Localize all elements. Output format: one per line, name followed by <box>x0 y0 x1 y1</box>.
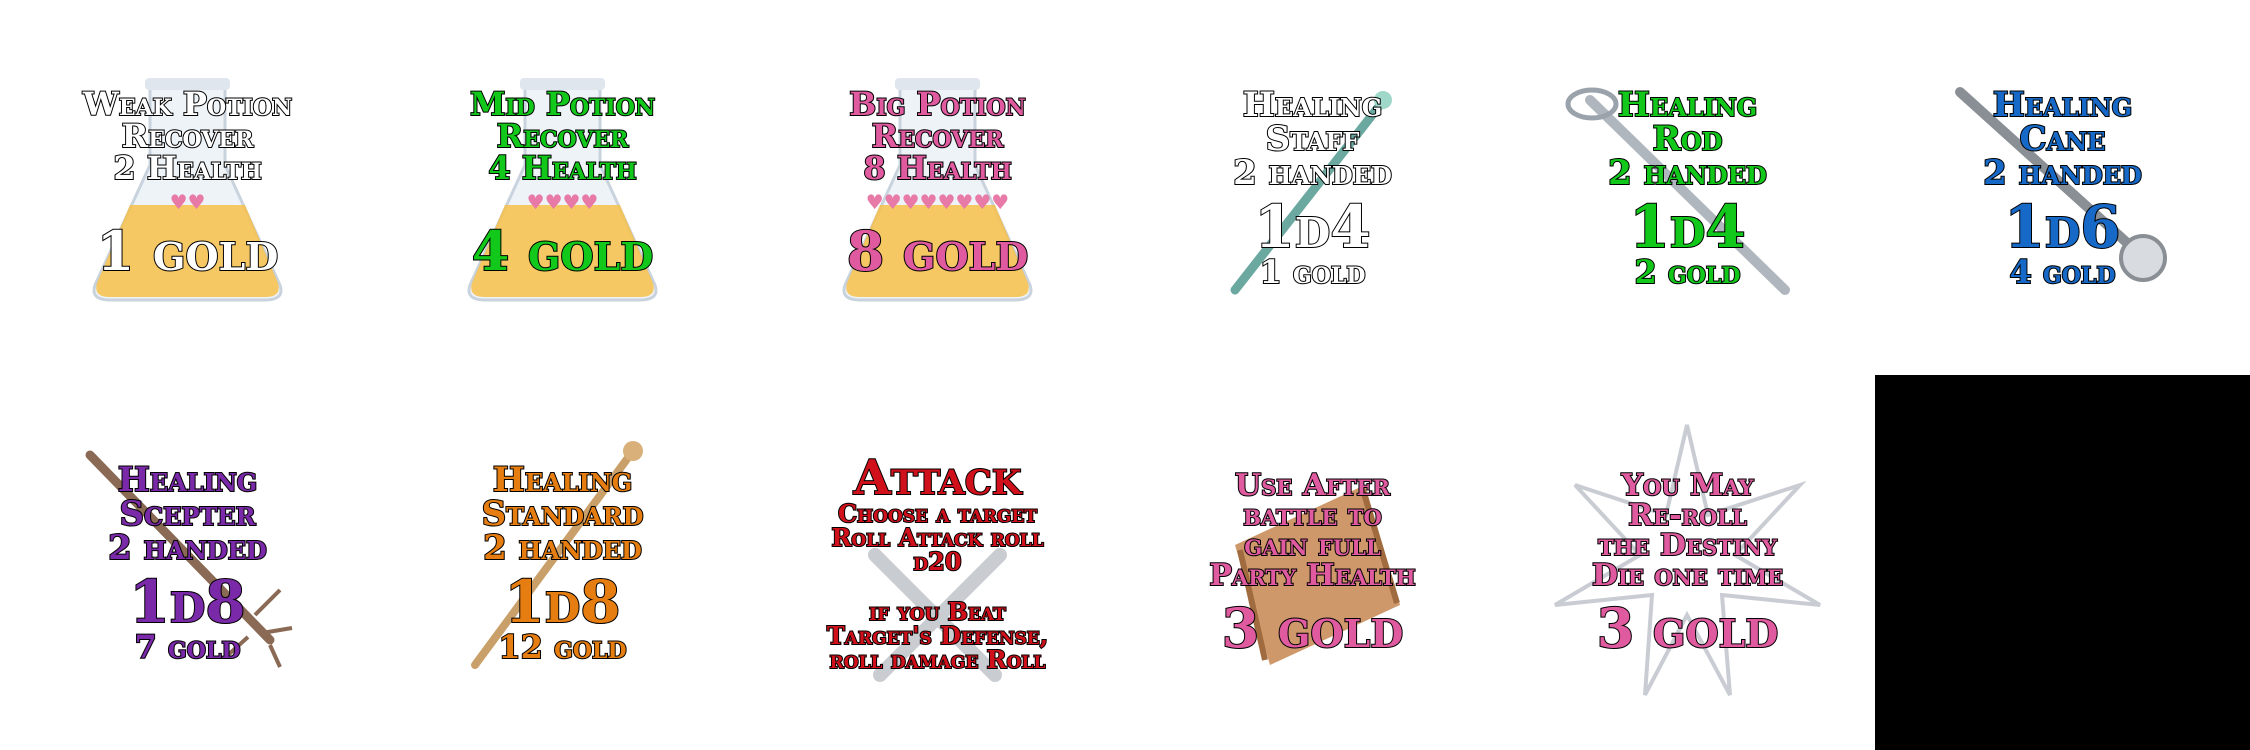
damage-die: 1d8 <box>128 567 246 636</box>
damage-die: 1d8 <box>503 567 621 636</box>
card-line: Scepter <box>118 493 256 534</box>
card-line: 2 Health <box>112 148 262 187</box>
card-line: Die one time <box>1591 557 1784 593</box>
card-line: 2 handed <box>482 527 643 568</box>
card-line: Rod <box>1652 118 1724 159</box>
card-cost: 4 gold <box>471 218 655 283</box>
card-title: Healing <box>1992 84 2134 125</box>
card-line: Roll Attack roll <box>830 522 1044 552</box>
hearts: ♥♥♥♥ <box>526 189 599 214</box>
damage-die: 1d4 <box>1253 192 1371 261</box>
card-weak-potion[interactable]: Weak Potion Recover 2 Health ♥♥ 1 gold <box>0 0 375 375</box>
card-healing-rod[interactable]: Healing Rod 2 handed 1d4 2 gold <box>1500 0 1875 375</box>
card-title: Attack <box>853 449 1023 506</box>
damage-die: 1d4 <box>1628 192 1746 261</box>
card-line: if you Beat <box>868 596 1007 626</box>
card-line: Re-roll <box>1627 497 1748 533</box>
card-reroll[interactable]: You May Re-roll the Destiny Die one time… <box>1500 375 1875 750</box>
card-cost: 2 gold <box>1634 252 1742 291</box>
card-title: Healing <box>492 459 634 500</box>
card-line: Recover <box>496 116 630 155</box>
empty-card-slot <box>1875 375 2250 750</box>
card-line: Party Health <box>1208 557 1416 593</box>
card-cost: 1 gold <box>1259 252 1367 291</box>
hearts: ♥♥ <box>169 189 206 214</box>
card-title: Use After <box>1234 467 1391 503</box>
card-title: Big Potion <box>848 84 1026 123</box>
card-title: You May <box>1621 467 1755 503</box>
card-line: 2 handed <box>1982 152 2143 193</box>
damage-die: 1d6 <box>2003 192 2121 261</box>
card-healing-cane[interactable]: Healing Cane 2 handed 1d6 4 gold <box>1875 0 2250 375</box>
card-cost: 8 gold <box>846 218 1030 283</box>
card-healing-staff[interactable]: Healing Staff 2 handed 1d4 1 gold <box>1125 0 1500 375</box>
card-line: Recover <box>871 116 1005 155</box>
card-line: Staff <box>1265 118 1361 159</box>
card-title: Mid Potion <box>469 84 656 123</box>
card-title: Healing <box>1242 84 1384 125</box>
card-cost: 4 gold <box>2009 252 2117 291</box>
card-attack[interactable]: Attack Choose a target Roll Attack roll … <box>750 375 1125 750</box>
card-line: 2 handed <box>1607 152 1768 193</box>
card-healing-scepter[interactable]: Healing Scepter 2 handed 1d8 7 gold <box>0 375 375 750</box>
card-sheet: Weak Potion Recover 2 Health ♥♥ 1 gold M… <box>0 0 2250 750</box>
card-line: Cane <box>2019 118 2107 159</box>
card-big-potion[interactable]: Big Potion Recover 8 Health ♥♥♥♥♥♥♥♥ 8 g… <box>750 0 1125 375</box>
card-line: battle to <box>1242 497 1383 533</box>
card-line: Choose a target <box>837 498 1038 528</box>
hearts: ♥♥♥♥♥♥♥♥ <box>865 189 1010 214</box>
card-title: Weak Potion <box>82 84 293 123</box>
card-line: Recover <box>121 116 255 155</box>
card-line: 8 Health <box>862 148 1012 187</box>
card-mid-potion[interactable]: Mid Potion Recover 4 Health ♥♥♥♥ 4 gold <box>375 0 750 375</box>
card-line: gain full <box>1243 527 1381 563</box>
card-cost: 3 gold <box>1596 595 1780 660</box>
card-line: d20 <box>912 546 962 576</box>
card-line: Standard <box>481 493 645 534</box>
card-cost: 12 gold <box>497 627 627 666</box>
card-cost: 3 gold <box>1221 595 1405 660</box>
card-line: roll damage Roll <box>829 644 1047 674</box>
card-healing-standard[interactable]: Healing Standard 2 handed 1d8 12 gold <box>375 375 750 750</box>
card-cost: 7 gold <box>134 627 242 666</box>
card-title: Healing <box>1617 84 1759 125</box>
card-line: Target's Defense, <box>826 620 1049 650</box>
card-line: 4 Health <box>487 148 637 187</box>
card-line: 2 handed <box>107 527 268 568</box>
card-title: Healing <box>117 459 259 500</box>
card-line: 2 handed <box>1232 152 1393 193</box>
card-party-heal[interactable]: Use After battle to gain full Party Heal… <box>1125 375 1500 750</box>
card-cost: 1 gold <box>96 218 280 283</box>
card-line: the Destiny <box>1597 527 1778 563</box>
